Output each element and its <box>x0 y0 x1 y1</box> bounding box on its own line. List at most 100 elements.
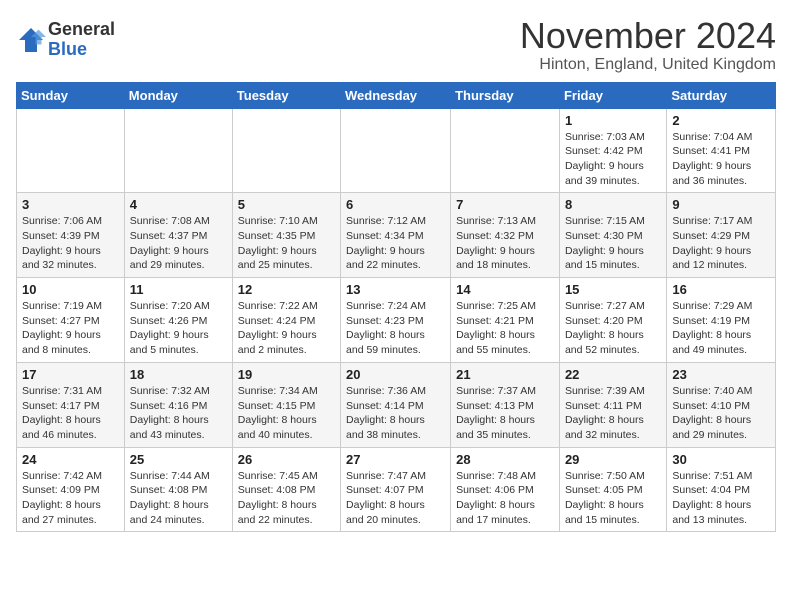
weekday-header: Tuesday <box>232 82 340 108</box>
calendar-cell: 5 Sunrise: 7:10 AM Sunset: 4:35 PM Daylig… <box>232 193 340 278</box>
day-info: Sunrise: 7:12 AM Sunset: 4:34 PM Dayligh… <box>346 214 445 273</box>
logo: General Blue <box>16 20 115 60</box>
calendar-cell: 14Sunrise: 7:25 AM Sunset: 4:21 PM Dayli… <box>451 278 560 363</box>
calendar-table: SundayMondayTuesdayWednesdayThursdayFrid… <box>16 82 776 533</box>
weekday-header: Saturday <box>667 82 776 108</box>
calendar-cell <box>451 108 560 193</box>
calendar-cell: 18 Sunrise: 7:32 AM Sunset: 4:16 PM Dayli… <box>124 362 232 447</box>
calendar-week-row: 10Sunrise: 7:19 AM Sunset: 4:27 PM Dayli… <box>17 278 776 363</box>
day-info: Sunrise: 7:29 AM Sunset: 4:19 PM Dayligh… <box>672 299 770 358</box>
calendar-cell: 8 Sunrise: 7:15 AM Sunset: 4:30 PM Daylig… <box>559 193 666 278</box>
day-info: Sunrise: 7:27 AM Sunset: 4:20 PM Dayligh… <box>565 299 661 358</box>
day-info: Sunrise: 7:47 AM Sunset: 4:07 PM Dayligh… <box>346 469 445 528</box>
calendar-week-row: 3 Sunrise: 7:06 AM Sunset: 4:39 PM Daylig… <box>17 193 776 278</box>
day-info: Sunrise: 7:50 AM Sunset: 4:05 PM Dayligh… <box>565 469 661 528</box>
day-number: 7 <box>456 197 554 212</box>
calendar-cell: 4Sunrise: 7:08 AM Sunset: 4:37 PM Daylig… <box>124 193 232 278</box>
day-info: Sunrise: 7:48 AM Sunset: 4:06 PM Dayligh… <box>456 469 554 528</box>
day-number: 15 <box>565 282 661 297</box>
day-number: 25 <box>130 452 227 467</box>
day-number: 9 <box>672 197 770 212</box>
day-number: 26 <box>238 452 335 467</box>
day-info: Sunrise: 7:03 AM Sunset: 4:42 PM Dayligh… <box>565 130 661 189</box>
day-info: Sunrise: 7:10 AM Sunset: 4:35 PM Dayligh… <box>238 214 335 273</box>
day-info: Sunrise: 7:31 AM Sunset: 4:17 PM Dayligh… <box>22 384 119 443</box>
calendar-cell: 26 Sunrise: 7:45 AM Sunset: 4:08 PM Dayli… <box>232 447 340 532</box>
calendar-cell: 9 Sunrise: 7:17 AM Sunset: 4:29 PM Daylig… <box>667 193 776 278</box>
day-info: Sunrise: 7:34 AM Sunset: 4:15 PM Dayligh… <box>238 384 335 443</box>
page-header: General Blue November 2024 Hinton, Engla… <box>16 16 776 74</box>
day-info: Sunrise: 7:24 AM Sunset: 4:23 PM Dayligh… <box>346 299 445 358</box>
day-number: 19 <box>238 367 335 382</box>
day-number: 30 <box>672 452 770 467</box>
day-info: Sunrise: 7:25 AM Sunset: 4:21 PM Dayligh… <box>456 299 554 358</box>
day-number: 29 <box>565 452 661 467</box>
day-info: Sunrise: 7:06 AM Sunset: 4:39 PM Dayligh… <box>22 214 119 273</box>
day-number: 28 <box>456 452 554 467</box>
weekday-header: Wednesday <box>341 82 451 108</box>
day-number: 10 <box>22 282 119 297</box>
calendar-cell: 1 Sunrise: 7:03 AM Sunset: 4:42 PM Daylig… <box>559 108 666 193</box>
day-info: Sunrise: 7:37 AM Sunset: 4:13 PM Dayligh… <box>456 384 554 443</box>
calendar-cell <box>232 108 340 193</box>
logo-text: General Blue <box>48 20 115 60</box>
month-title: November 2024 <box>520 16 776 56</box>
calendar-cell: 6Sunrise: 7:12 AM Sunset: 4:34 PM Daylig… <box>341 193 451 278</box>
day-info: Sunrise: 7:32 AM Sunset: 4:16 PM Dayligh… <box>130 384 227 443</box>
day-info: Sunrise: 7:40 AM Sunset: 4:10 PM Dayligh… <box>672 384 770 443</box>
day-number: 18 <box>130 367 227 382</box>
calendar-cell: 25 Sunrise: 7:44 AM Sunset: 4:08 PM Dayli… <box>124 447 232 532</box>
weekday-header: Monday <box>124 82 232 108</box>
day-info: Sunrise: 7:39 AM Sunset: 4:11 PM Dayligh… <box>565 384 661 443</box>
calendar-week-row: 1 Sunrise: 7:03 AM Sunset: 4:42 PM Daylig… <box>17 108 776 193</box>
calendar-week-row: 24 Sunrise: 7:42 AM Sunset: 4:09 PM Dayli… <box>17 447 776 532</box>
calendar-cell: 24 Sunrise: 7:42 AM Sunset: 4:09 PM Dayli… <box>17 447 125 532</box>
logo-icon <box>16 25 46 55</box>
day-info: Sunrise: 7:51 AM Sunset: 4:04 PM Dayligh… <box>672 469 770 528</box>
calendar-cell <box>17 108 125 193</box>
calendar-cell: 16 Sunrise: 7:29 AM Sunset: 4:19 PM Dayli… <box>667 278 776 363</box>
day-info: Sunrise: 7:45 AM Sunset: 4:08 PM Dayligh… <box>238 469 335 528</box>
day-number: 12 <box>238 282 335 297</box>
day-number: 1 <box>565 113 661 128</box>
calendar-cell: 22 Sunrise: 7:39 AM Sunset: 4:11 PM Dayli… <box>559 362 666 447</box>
weekday-header: Friday <box>559 82 666 108</box>
calendar-cell: 27 Sunrise: 7:47 AM Sunset: 4:07 PM Dayli… <box>341 447 451 532</box>
day-info: Sunrise: 7:13 AM Sunset: 4:32 PM Dayligh… <box>456 214 554 273</box>
day-number: 16 <box>672 282 770 297</box>
day-number: 23 <box>672 367 770 382</box>
location: Hinton, England, United Kingdom <box>520 56 776 74</box>
day-info: Sunrise: 7:04 AM Sunset: 4:41 PM Dayligh… <box>672 130 770 189</box>
day-number: 22 <box>565 367 661 382</box>
title-area: November 2024 Hinton, England, United Ki… <box>520 16 776 74</box>
day-number: 11 <box>130 282 227 297</box>
calendar-cell: 12 Sunrise: 7:22 AM Sunset: 4:24 PM Dayli… <box>232 278 340 363</box>
day-number: 13 <box>346 282 445 297</box>
calendar-cell: 2 Sunrise: 7:04 AM Sunset: 4:41 PM Daylig… <box>667 108 776 193</box>
calendar-cell: 30 Sunrise: 7:51 AM Sunset: 4:04 PM Dayli… <box>667 447 776 532</box>
day-number: 3 <box>22 197 119 212</box>
calendar-cell: 23 Sunrise: 7:40 AM Sunset: 4:10 PM Dayli… <box>667 362 776 447</box>
calendar-cell: 15 Sunrise: 7:27 AM Sunset: 4:20 PM Dayli… <box>559 278 666 363</box>
calendar-cell <box>124 108 232 193</box>
weekday-header: Thursday <box>451 82 560 108</box>
day-info: Sunrise: 7:20 AM Sunset: 4:26 PM Dayligh… <box>130 299 227 358</box>
day-number: 27 <box>346 452 445 467</box>
calendar-cell: 29 Sunrise: 7:50 AM Sunset: 4:05 PM Dayli… <box>559 447 666 532</box>
day-number: 24 <box>22 452 119 467</box>
day-info: Sunrise: 7:36 AM Sunset: 4:14 PM Dayligh… <box>346 384 445 443</box>
day-number: 8 <box>565 197 661 212</box>
day-number: 17 <box>22 367 119 382</box>
day-info: Sunrise: 7:22 AM Sunset: 4:24 PM Dayligh… <box>238 299 335 358</box>
calendar-cell: 20 Sunrise: 7:36 AM Sunset: 4:14 PM Dayli… <box>341 362 451 447</box>
calendar-cell: 17 Sunrise: 7:31 AM Sunset: 4:17 PM Dayli… <box>17 362 125 447</box>
day-info: Sunrise: 7:15 AM Sunset: 4:30 PM Dayligh… <box>565 214 661 273</box>
day-number: 5 <box>238 197 335 212</box>
day-info: Sunrise: 7:17 AM Sunset: 4:29 PM Dayligh… <box>672 214 770 273</box>
day-info: Sunrise: 7:42 AM Sunset: 4:09 PM Dayligh… <box>22 469 119 528</box>
day-number: 2 <box>672 113 770 128</box>
calendar-cell: 28 Sunrise: 7:48 AM Sunset: 4:06 PM Dayli… <box>451 447 560 532</box>
day-number: 20 <box>346 367 445 382</box>
calendar-cell: 13 Sunrise: 7:24 AM Sunset: 4:23 PM Dayli… <box>341 278 451 363</box>
day-info: Sunrise: 7:44 AM Sunset: 4:08 PM Dayligh… <box>130 469 227 528</box>
